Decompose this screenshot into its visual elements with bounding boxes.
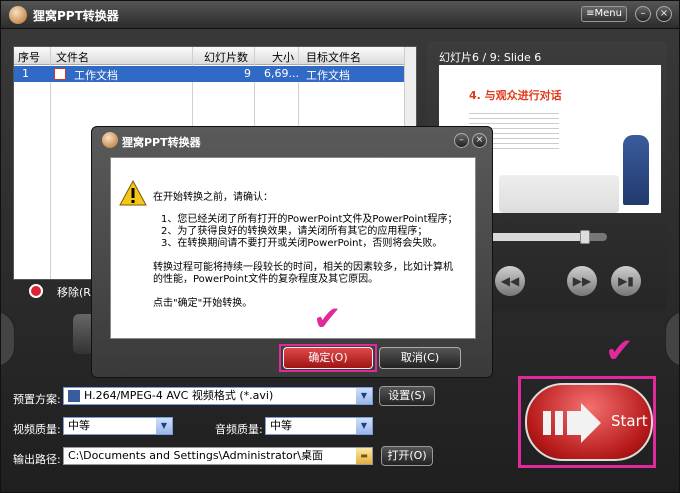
start-arrow-icon <box>543 403 601 443</box>
audio-quality-value: 中等 <box>270 419 292 432</box>
menu-label: Menu <box>594 8 622 19</box>
chevron-down-icon: ▼ <box>156 418 172 434</box>
remove-icon <box>29 284 43 298</box>
app-title: 狸窝PPT转换器 <box>33 9 119 23</box>
audio-quality-label: 音频质量: <box>215 423 263 436</box>
dialog-title: 狸窝PPT转换器 <box>122 136 201 149</box>
preset-select[interactable]: H.264/MPEG-4 AVC 视频格式 (*.avi) ▼ <box>63 387 373 405</box>
rewind-button[interactable]: ◀◀ <box>495 266 525 296</box>
output-path-value: C:\Documents and Settings\Administrator\… <box>68 449 324 462</box>
fast-forward-icon: ▶▶ <box>572 274 592 288</box>
dialog-minimize-button[interactable]: – <box>454 133 469 148</box>
fast-forward-button[interactable]: ▶▶ <box>567 266 597 296</box>
preset-label: 预置方案: <box>13 393 61 406</box>
open-folder-button[interactable]: 打开(O) <box>381 446 433 466</box>
video-quality-value: 中等 <box>68 419 90 432</box>
column-slides[interactable]: 幻灯片数 <box>204 49 248 65</box>
column-filename[interactable]: 文件名 <box>56 49 89 65</box>
file-list-header: 序号 文件名 幻灯片数 大小 目标文件名 <box>14 47 416 65</box>
preview-label: 幻灯片6 / 9: Slide 6 <box>439 51 542 64</box>
remove-label: 移除(R) <box>57 286 96 299</box>
right-side-cap <box>665 311 679 367</box>
output-path-field[interactable]: C:\Documents and Settings\Administrator\… <box>63 447 373 465</box>
settings-button[interactable]: 设置(S) <box>379 386 435 406</box>
cancel-button[interactable]: 取消(C) <box>379 347 461 369</box>
row-slides: 9 <box>244 67 251 80</box>
dialog-note-line-2: 的性能，PowerPoint文件的复杂程度及其它原因。 <box>153 274 379 285</box>
dialog-body: 在开始转换之前，请确认： 1、您已经关闭了所有打开的PowerPoint文件及P… <box>110 157 476 339</box>
video-quality-select[interactable]: 中等 ▼ <box>63 417 173 435</box>
checkmark-icon: ✔ <box>313 299 342 339</box>
start-label: Start <box>611 412 648 430</box>
ok-button[interactable]: 确定(O) <box>283 347 373 369</box>
checkmark-icon: ✔ <box>605 331 634 371</box>
next-button[interactable]: ▶▮ <box>611 266 641 296</box>
preset-value: H.264/MPEG-4 AVC 视频格式 (*.avi) <box>84 389 274 402</box>
preset-film-icon <box>68 390 80 402</box>
dialog-logo-icon <box>102 132 118 148</box>
dialog-prompt: 点击"确定"开始转换。 <box>153 298 253 309</box>
row-size: 6,69... <box>264 67 299 80</box>
next-icon: ▶▮ <box>618 274 634 288</box>
dialog-close-button[interactable]: × <box>472 133 487 148</box>
row-index: 1 <box>22 67 29 80</box>
folder-icon[interactable]: ▬ <box>356 448 372 464</box>
preview-progress-thumb[interactable] <box>579 230 590 244</box>
dialog-item-3: 3、在转换期间请不要打开或关闭PowerPoint，否则将会失败。 <box>161 238 443 249</box>
column-size[interactable]: 大小 <box>272 49 294 65</box>
row-target: 工作文档 <box>306 69 350 82</box>
table-row[interactable]: 1 工作文档 9 6,69... 工作文档 <box>14 66 416 82</box>
app-window: 狸窝PPT转换器 ≡Menu – × 序号 文件名 幻灯片数 大小 目标文件名 … <box>0 0 680 493</box>
warning-icon <box>119 180 147 206</box>
title-bar: 狸窝PPT转换器 ≡Menu – × <box>1 1 679 29</box>
rewind-icon: ◀◀ <box>500 274 520 288</box>
start-button[interactable]: Start <box>525 383 653 461</box>
close-button[interactable]: × <box>656 6 672 22</box>
slide-heading: 4. 与观众进行对话 <box>469 89 562 102</box>
app-logo-icon <box>9 6 27 24</box>
dialog-intro: 在开始转换之前，请确认： <box>153 192 273 203</box>
confirm-dialog: 狸窝PPT转换器 – × 在开始转换之前，请确认： 1、您已经关闭了所有打开的P… <box>91 126 493 378</box>
video-quality-label: 视频质量: <box>13 423 61 436</box>
ppt-file-icon <box>54 68 66 80</box>
slide-presenter-image <box>623 135 649 205</box>
column-target[interactable]: 目标文件名 <box>306 49 361 65</box>
column-index[interactable]: 序号 <box>18 49 40 65</box>
menu-button[interactable]: ≡Menu <box>581 6 627 22</box>
output-label: 输出路径: <box>13 453 61 466</box>
slide-audience-image <box>499 175 619 213</box>
audio-quality-select[interactable]: 中等 ▼ <box>265 417 373 435</box>
left-side-cap <box>1 311 15 367</box>
chevron-down-icon: ▼ <box>356 388 372 404</box>
minimize-button[interactable]: – <box>635 6 651 22</box>
row-filename: 工作文档 <box>74 69 118 82</box>
chevron-down-icon: ▼ <box>356 418 372 434</box>
